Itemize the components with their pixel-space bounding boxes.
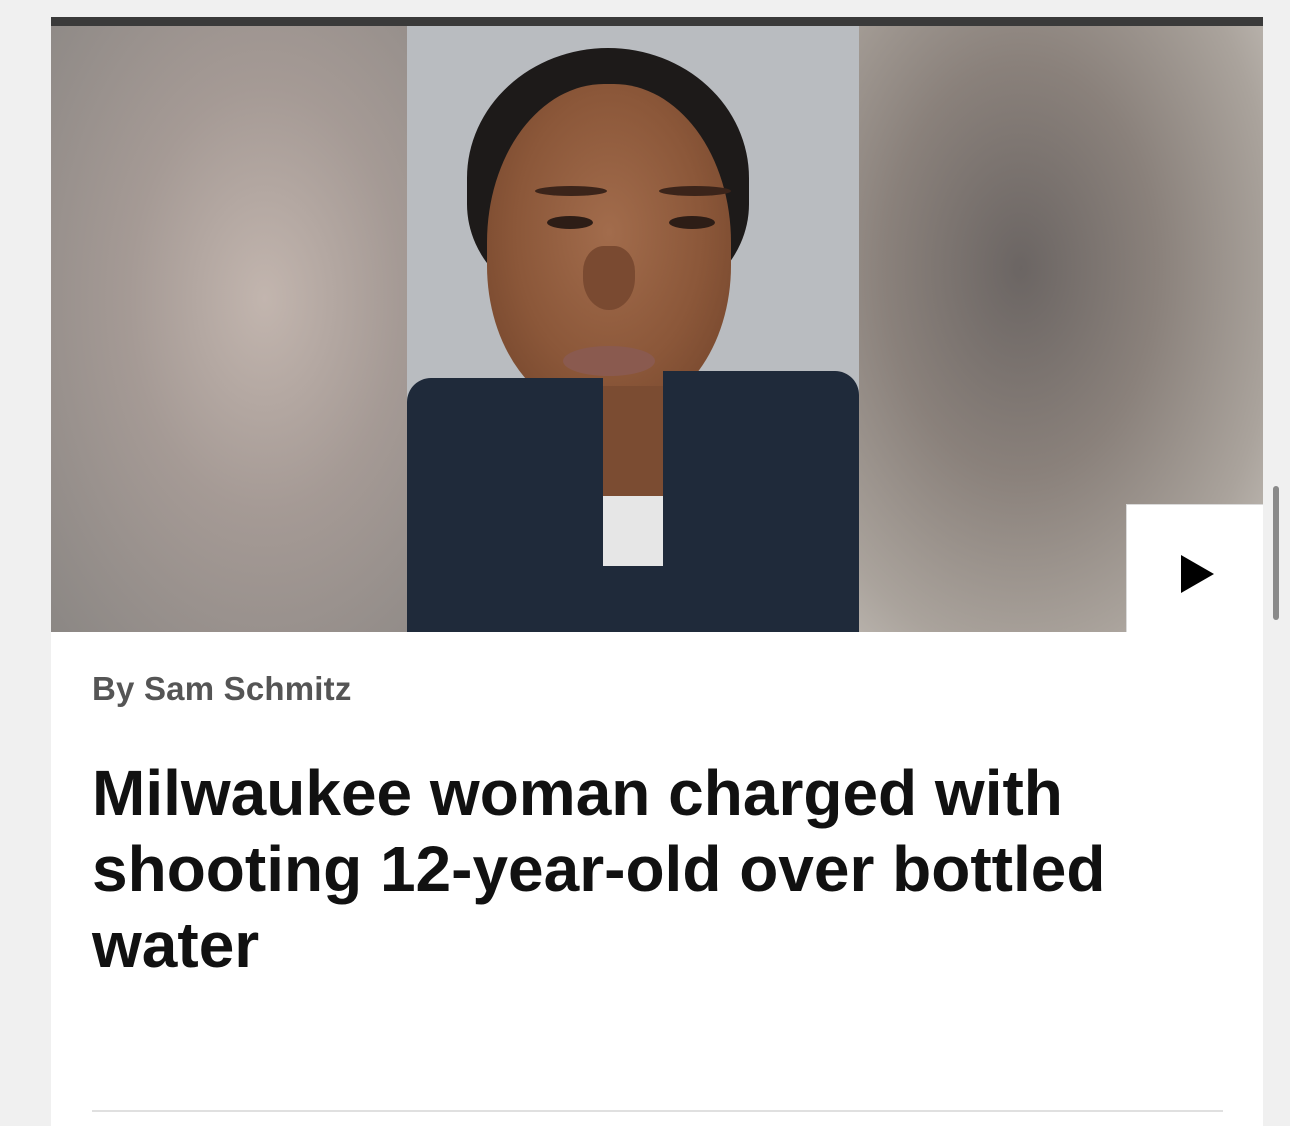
booking-photo xyxy=(407,26,859,632)
photo-mouth xyxy=(563,346,655,376)
blurred-background-left xyxy=(51,26,407,632)
article-headline[interactable]: Milwaukee woman charged with shooting 12… xyxy=(92,755,1212,983)
bottom-divider xyxy=(92,1110,1223,1112)
article-card[interactable]: By Sam Schmitz Milwaukee woman charged w… xyxy=(51,17,1263,1126)
photo-left-eye xyxy=(547,216,593,229)
photo-nose xyxy=(583,246,635,310)
video-thumbnail[interactable] xyxy=(51,26,1263,632)
play-icon xyxy=(1180,554,1214,593)
photo-sweatshirt-bottom xyxy=(407,566,859,632)
vertical-scrollbar[interactable] xyxy=(1273,486,1279,620)
photo-right-eye xyxy=(669,216,715,229)
photo-right-brow xyxy=(659,186,731,196)
top-rule xyxy=(51,17,1263,26)
byline: By Sam Schmitz xyxy=(92,670,352,707)
photo-left-brow xyxy=(535,186,607,196)
play-button[interactable] xyxy=(1126,504,1263,632)
